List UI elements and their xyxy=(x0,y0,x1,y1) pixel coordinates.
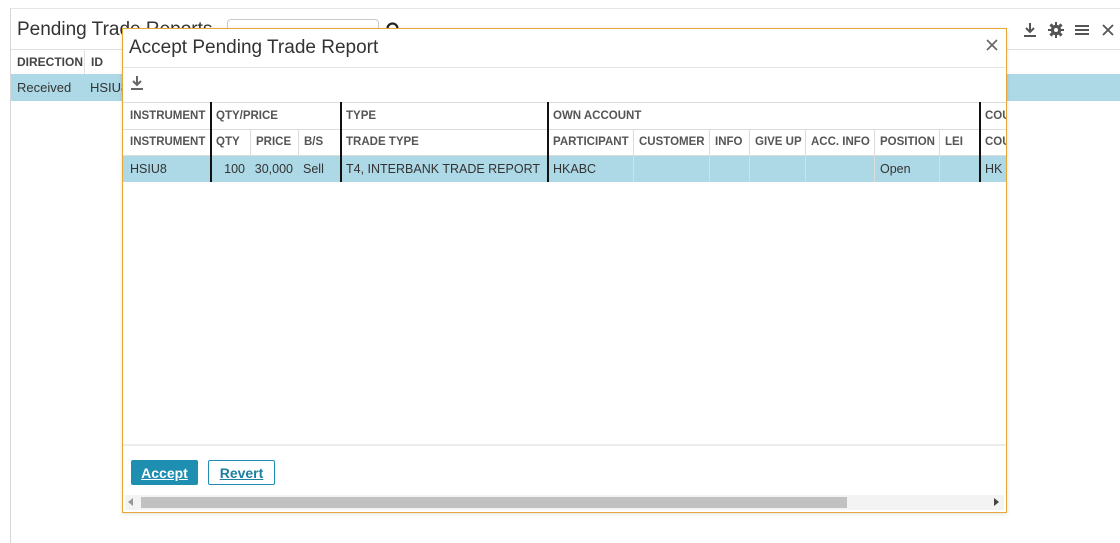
cell-qty: 100 xyxy=(224,162,245,176)
group-divider xyxy=(210,102,212,182)
table-row[interactable]: HSIU8 100 30,000 Sell T4, INTERBANK TRAD… xyxy=(123,156,1006,182)
close-icon[interactable] xyxy=(984,37,1000,53)
revert-button[interactable]: Revert xyxy=(208,460,275,485)
close-icon[interactable] xyxy=(1099,21,1117,39)
cell-counterparty: HK xyxy=(985,162,1003,176)
scroll-left-icon[interactable] xyxy=(128,498,133,506)
cell-lei xyxy=(939,156,980,182)
group-header-qty-price: QTY/PRICE xyxy=(216,110,278,122)
cell-direction: Received xyxy=(17,80,72,95)
column-header-counterparty[interactable]: COU xyxy=(980,129,1006,155)
group-header-row: INSTRUMENT QTY/PRICE TYPE OWN ACCOUNT CO… xyxy=(123,102,1006,130)
column-header-position[interactable]: POSITION xyxy=(874,129,939,155)
cell-trade-type: T4, INTERBANK TRADE REPORT xyxy=(346,162,541,176)
cell-instrument: HSIU8 xyxy=(130,162,167,176)
column-header-give-up[interactable]: GIVE UP xyxy=(749,129,805,155)
column-header-bs[interactable]: B/S xyxy=(298,129,341,155)
group-header-instrument: INSTRUMENT xyxy=(130,110,206,122)
group-header-counterparty: COU xyxy=(985,110,1006,122)
gear-icon[interactable] xyxy=(1047,21,1065,39)
column-header-instrument[interactable]: INSTRUMENT xyxy=(125,129,211,155)
horizontal-scrollbar[interactable] xyxy=(125,495,1004,510)
menu-icon[interactable] xyxy=(1073,21,1091,39)
download-icon[interactable] xyxy=(129,75,145,91)
group-divider xyxy=(340,102,342,182)
cell-price: 30,000 xyxy=(254,162,293,176)
accept-pending-trade-report-dialog: Accept Pending Trade Report INSTRUMENT Q… xyxy=(122,28,1007,513)
cell-customer xyxy=(633,156,709,182)
column-header-direction[interactable]: DIRECTION xyxy=(11,50,83,74)
column-header-participant[interactable]: PARTICIPANT xyxy=(548,129,633,155)
column-header-qty[interactable]: QTY xyxy=(211,129,250,155)
column-header-info[interactable]: INFO xyxy=(709,129,749,155)
cell-id: HSIU8 xyxy=(90,80,129,95)
column-header-acc-info[interactable]: ACC. INFO xyxy=(805,129,874,155)
cell-position: Open xyxy=(874,156,939,182)
accept-button[interactable]: Accept xyxy=(131,460,198,485)
trade-report-grid: INSTRUMENT QTY/PRICE TYPE OWN ACCOUNT CO… xyxy=(123,102,1006,182)
dialog-title: Accept Pending Trade Report xyxy=(129,37,379,58)
footer-divider xyxy=(123,444,1006,446)
dialog-divider xyxy=(123,67,1006,68)
column-header-row: INSTRUMENT QTY PRICE B/S TRADE TYPE PART… xyxy=(123,129,1006,156)
group-divider xyxy=(547,102,549,182)
cell-info xyxy=(709,156,749,182)
cell-bs: Sell xyxy=(303,162,324,176)
group-header-own-account: OWN ACCOUNT xyxy=(553,110,642,122)
group-header-type: TYPE xyxy=(346,110,377,122)
column-header-lei[interactable]: LEI xyxy=(939,129,980,155)
column-header-id[interactable]: ID xyxy=(84,50,124,74)
download-icon[interactable] xyxy=(1021,21,1039,39)
scroll-right-icon[interactable] xyxy=(994,498,999,506)
group-divider xyxy=(979,102,981,182)
scrollbar-thumb[interactable] xyxy=(141,497,847,508)
column-header-trade-type[interactable]: TRADE TYPE xyxy=(341,129,548,155)
cell-acc-info xyxy=(805,156,874,182)
column-header-price[interactable]: PRICE xyxy=(250,129,298,155)
panel-toolbar xyxy=(1021,21,1117,39)
cell-participant: HKABC xyxy=(553,162,597,176)
cell-give-up xyxy=(749,156,805,182)
column-header-customer[interactable]: CUSTOMER xyxy=(633,129,709,155)
